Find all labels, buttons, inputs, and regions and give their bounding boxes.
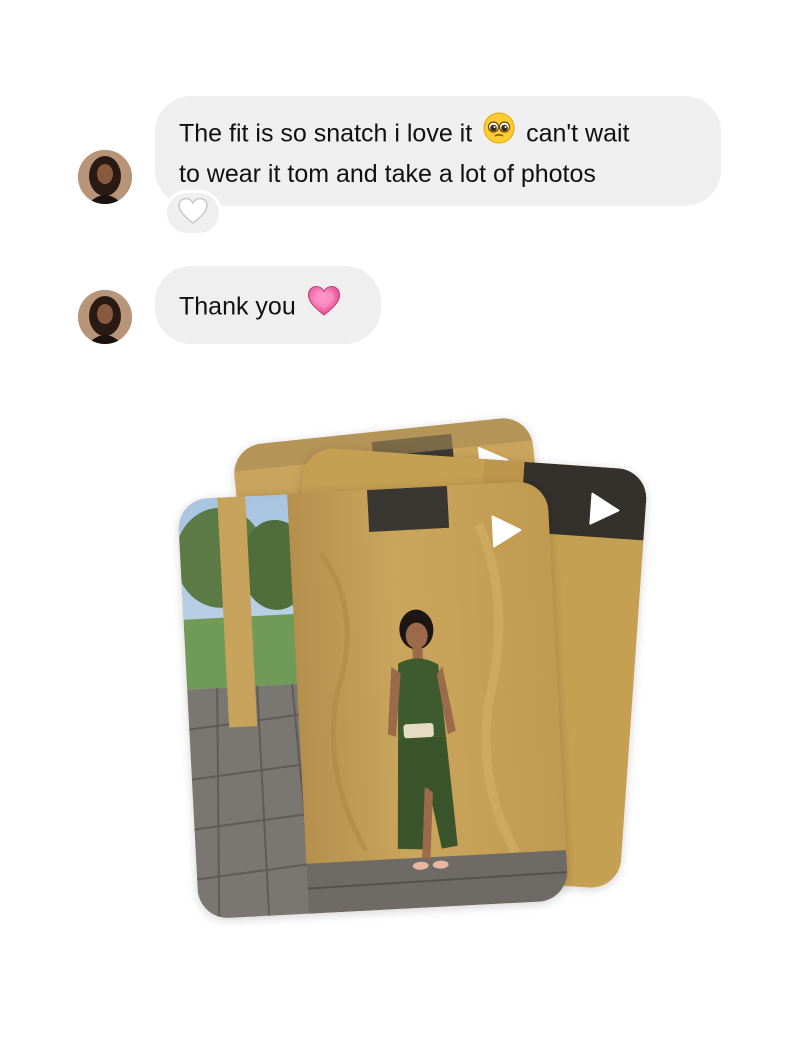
play-icon: [491, 515, 522, 548]
media-stack[interactable]: [0, 0, 800, 1056]
media-card-front[interactable]: [177, 480, 569, 920]
play-icon: [589, 492, 620, 525]
dm-thread: The fit is so snatch i love it can't wai…: [0, 0, 800, 1056]
